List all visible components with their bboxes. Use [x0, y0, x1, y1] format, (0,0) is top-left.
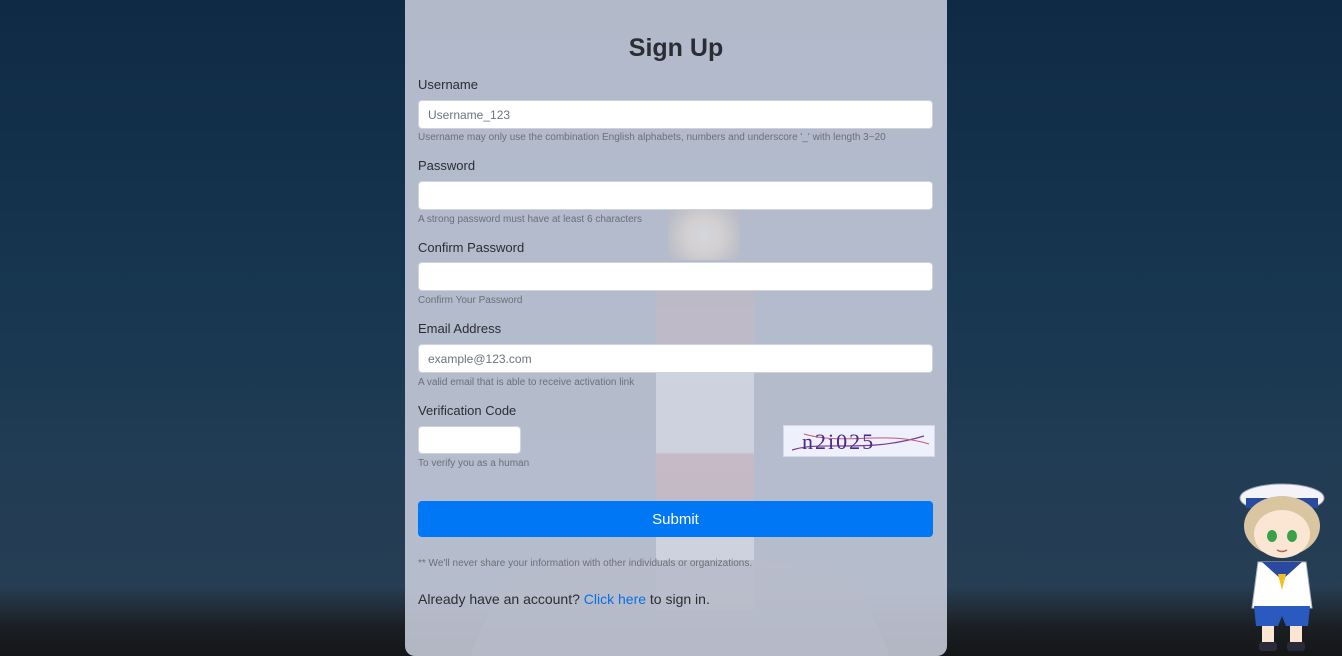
captcha-text: n2i025 [802, 429, 875, 454]
confirm-password-help: Confirm Your Password [418, 295, 523, 306]
submit-button[interactable]: Submit [418, 501, 933, 537]
verification-code-input[interactable] [418, 426, 521, 454]
email-label: Email Address [418, 321, 502, 336]
signin-prompt: Already have an account? Click here to s… [418, 591, 710, 607]
captcha-graphic: n2i025 [791, 429, 930, 454]
confirm-password-label: Confirm Password [418, 240, 525, 255]
signin-prefix: Already have an account? [418, 591, 580, 607]
password-input[interactable] [418, 181, 933, 210]
username-help: Username may only use the combination En… [418, 132, 886, 143]
username-label: Username [418, 77, 478, 92]
email-input[interactable] [418, 344, 933, 373]
password-help: A strong password must have at least 6 c… [418, 214, 642, 225]
mascot-icon[interactable] [1232, 478, 1332, 654]
signin-suffix: to sign in. [649, 591, 710, 607]
page-title: Sign Up [628, 34, 724, 62]
verification-label: Verification Code [418, 403, 517, 418]
signin-link[interactable]: Click here [584, 591, 646, 607]
verification-help: To verify you as a human [418, 458, 530, 469]
signup-panel: Sign Up Username Username may only use t… [405, 0, 947, 656]
email-help: A valid email that is able to receive ac… [418, 377, 635, 388]
username-input[interactable] [418, 100, 933, 129]
privacy-note: ** We'll never share your information wi… [418, 558, 753, 569]
captcha-image[interactable]: n2i025 [783, 425, 935, 457]
confirm-password-input[interactable] [418, 262, 933, 291]
password-label: Password [418, 158, 476, 173]
